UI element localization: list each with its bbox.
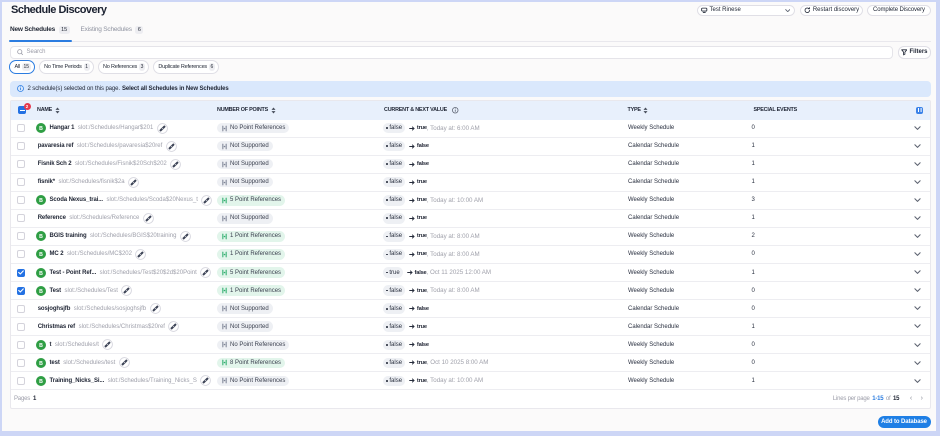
svg-text:B: B	[39, 343, 43, 349]
svg-text:B: B	[39, 271, 43, 277]
svg-text:B: B	[39, 379, 43, 385]
svg-text:B: B	[39, 198, 43, 204]
svg-text:B: B	[39, 361, 43, 367]
svg-text:B: B	[39, 126, 43, 132]
svg-text:B: B	[39, 252, 43, 258]
svg-text:B: B	[39, 234, 43, 240]
svg-text:B: B	[39, 289, 43, 295]
